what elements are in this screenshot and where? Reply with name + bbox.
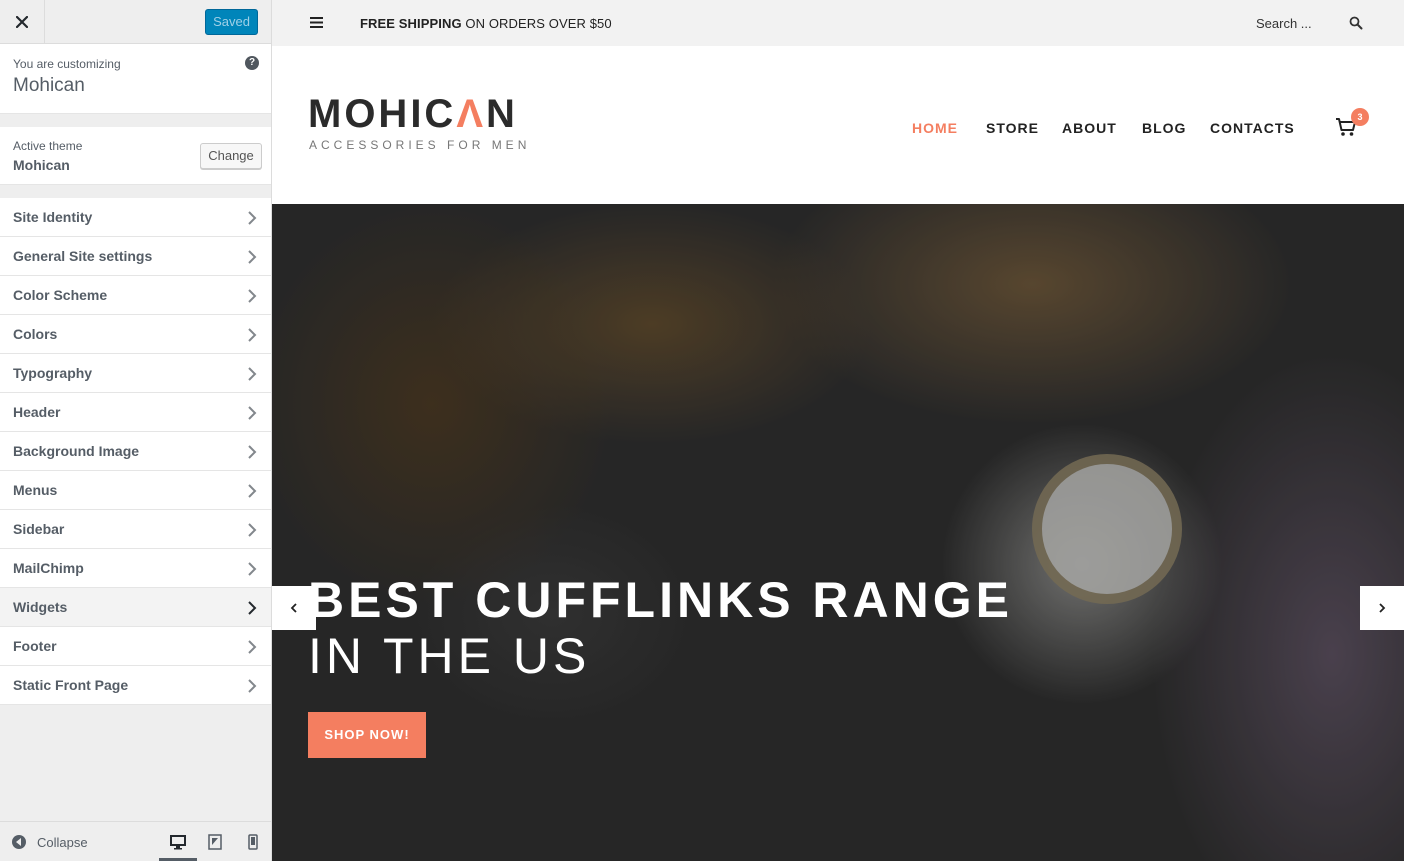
nav-home[interactable]: HOME (912, 120, 958, 136)
panel-widgets[interactable]: Widgets (0, 588, 271, 627)
shipping-notice-rest: ON ORDERS OVER $50 (461, 16, 612, 31)
tablet-preview-icon[interactable] (207, 834, 223, 850)
nav-blog[interactable]: BLOG (1142, 120, 1186, 136)
panel-label: MailChimp (13, 560, 84, 576)
hamburger-menu-icon[interactable] (310, 17, 323, 28)
panel-color-scheme[interactable]: Color Scheme (0, 276, 271, 315)
logo-text-end: N (486, 92, 518, 136)
panel-mailchimp[interactable]: MailChimp (0, 549, 271, 588)
change-theme-button[interactable]: Change (200, 143, 262, 169)
mobile-preview-icon[interactable] (245, 834, 261, 850)
desktop-preview-icon[interactable] (170, 834, 186, 850)
logo-accent-letter: Λ (456, 92, 487, 136)
nav-about[interactable]: ABOUT (1062, 120, 1117, 136)
hero-overlay (272, 204, 1404, 861)
chevron-right-icon (248, 484, 257, 498)
collapse-icon[interactable] (12, 835, 26, 849)
panel-sidebar[interactable]: Sidebar (0, 510, 271, 549)
panel-background-image[interactable]: Background Image (0, 432, 271, 471)
panel-label: Menus (13, 482, 58, 498)
panel-label: Footer (13, 638, 57, 654)
site-title: Mohican (13, 75, 85, 96)
slider-next-button[interactable] (1360, 586, 1404, 630)
chevron-right-icon (1379, 603, 1386, 613)
panel-label: Background Image (13, 443, 140, 459)
panel-site-identity[interactable]: Site Identity (0, 198, 271, 237)
close-icon (16, 16, 28, 28)
saved-button[interactable]: Saved (205, 9, 258, 35)
panel-general-site-settings[interactable]: General Site settings (0, 237, 271, 276)
hero-slider: BEST CUFFLINKS RANGE IN THE US SHOP NOW! (272, 204, 1404, 861)
panel-label: Colors (13, 326, 58, 342)
panel-label: Typography (13, 365, 93, 381)
panel-label: Site Identity (13, 209, 93, 225)
active-theme-label: Active theme (13, 139, 83, 153)
panel-typography[interactable]: Typography (0, 354, 271, 393)
site-header: MOHICΛN ACCESSORIES FOR MEN HOME STORE A… (272, 46, 1404, 204)
slider-prev-button[interactable] (272, 586, 316, 630)
panel-label: Header (13, 404, 61, 420)
chevron-right-icon (248, 562, 257, 576)
close-customizer-button[interactable] (0, 0, 45, 44)
chevron-right-icon (248, 406, 257, 420)
chevron-right-icon (248, 367, 257, 381)
hero-title: BEST CUFFLINKS RANGE (308, 572, 1013, 628)
active-theme-name: Mohican (13, 157, 70, 173)
chevron-right-icon (248, 211, 257, 225)
collapse-button[interactable]: Collapse (37, 835, 88, 850)
customizer-header: Saved (0, 0, 271, 44)
search-input[interactable]: Search ... (1256, 16, 1312, 31)
customizing-info: You are customizing Mohican (0, 44, 271, 114)
chevron-right-icon (248, 523, 257, 537)
site-tagline: ACCESSORIES FOR MEN (309, 138, 531, 152)
top-bar: FREE SHIPPING ON ORDERS OVER $50 Search … (272, 0, 1404, 46)
panel-label: General Site settings (13, 248, 153, 264)
chevron-right-icon (248, 445, 257, 459)
nav-store[interactable]: STORE (986, 120, 1039, 136)
chevron-right-icon (248, 640, 257, 654)
panel-menus[interactable]: Menus (0, 471, 271, 510)
hero-subtitle: IN THE US (308, 628, 591, 684)
help-icon[interactable]: ? (245, 56, 259, 70)
panel-list: Site Identity General Site settings Colo… (0, 198, 271, 705)
panel-label: Widgets (13, 599, 68, 615)
shop-now-button[interactable]: SHOP NOW! (308, 712, 426, 758)
chevron-right-icon (248, 679, 257, 693)
cart-count-badge: 3 (1351, 108, 1369, 126)
nav-contacts[interactable]: CONTACTS (1210, 120, 1295, 136)
customizer-footer: Collapse (0, 821, 271, 861)
active-theme-section: Active theme Mohican Change (0, 127, 271, 185)
customizing-label: You are customizing (13, 57, 121, 71)
panel-label: Static Front Page (13, 677, 129, 693)
search-icon[interactable] (1349, 16, 1363, 30)
panel-header[interactable]: Header (0, 393, 271, 432)
panel-label: Color Scheme (13, 287, 108, 303)
chevron-left-icon (290, 603, 297, 613)
shipping-notice-bold: FREE SHIPPING (360, 16, 462, 31)
site-preview: FREE SHIPPING ON ORDERS OVER $50 Search … (272, 0, 1404, 861)
panel-footer[interactable]: Footer (0, 627, 271, 666)
chevron-right-icon (248, 328, 257, 342)
chevron-right-icon (248, 289, 257, 303)
customizer-sidebar: Saved You are customizing Mohican ? Acti… (0, 0, 272, 861)
chevron-right-icon (248, 250, 257, 264)
site-logo[interactable]: MOHICΛN (308, 94, 518, 134)
shipping-notice: FREE SHIPPING ON ORDERS OVER $50 (360, 16, 612, 31)
chevron-right-icon (248, 601, 257, 615)
logo-text-start: MOHIC (308, 92, 457, 136)
panel-colors[interactable]: Colors (0, 315, 271, 354)
panel-label: Sidebar (13, 521, 65, 537)
panel-static-front-page[interactable]: Static Front Page (0, 666, 271, 705)
